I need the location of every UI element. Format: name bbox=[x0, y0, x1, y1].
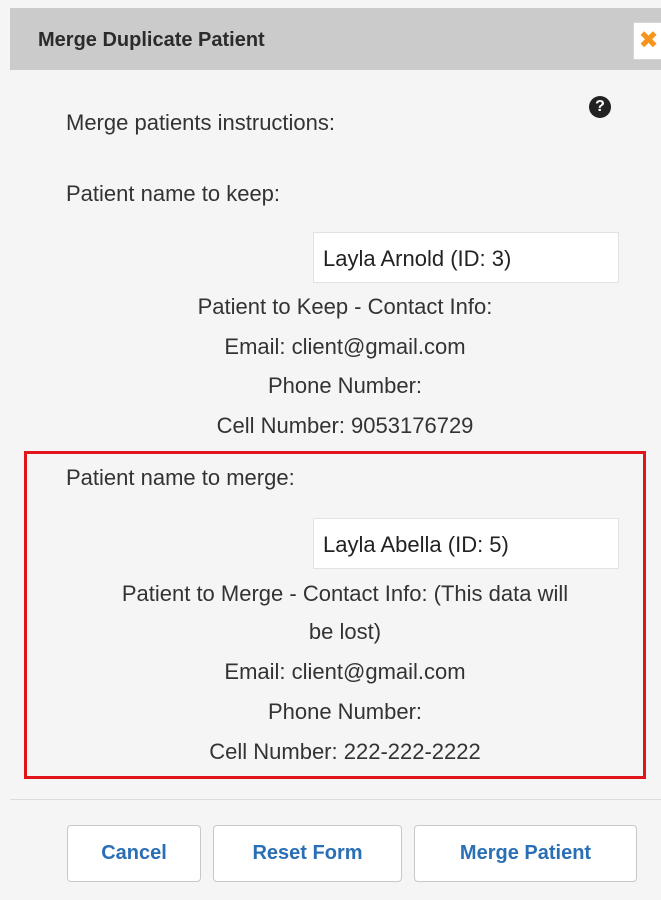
dialog-titlebar: Merge Duplicate Patient ✖ bbox=[10, 8, 661, 70]
dialog-title: Merge Duplicate Patient bbox=[38, 29, 265, 51]
keep-cell: Cell Number: 9053176729 bbox=[216, 413, 474, 438]
merge-phone: Phone Number: bbox=[267, 699, 423, 724]
merge-highlight-box bbox=[24, 451, 646, 779]
footer-divider bbox=[10, 799, 661, 800]
merge-patient-label: Patient name to merge: bbox=[66, 465, 295, 490]
merge-patient-field[interactable]: Layla Abella (ID: 5) bbox=[313, 518, 619, 569]
keep-contact-header: Patient to Keep - Contact Info: bbox=[197, 294, 493, 319]
keep-phone: Phone Number: bbox=[267, 373, 423, 398]
merge-contact-header-cont: be lost) bbox=[308, 619, 382, 644]
close-icon[interactable]: ✖ bbox=[633, 22, 661, 60]
instructions-label: Merge patients instructions: bbox=[66, 110, 336, 135]
cancel-button[interactable]: Cancel bbox=[67, 825, 201, 882]
merge-email: Email: client@gmail.com bbox=[224, 659, 466, 684]
keep-patient-field[interactable]: Layla Arnold (ID: 3) bbox=[313, 232, 619, 283]
keep-email: Email: client@gmail.com bbox=[224, 334, 466, 359]
help-icon[interactable]: ? bbox=[589, 96, 611, 118]
merge-patient-dialog: Merge Duplicate Patient ✖ Merge patients… bbox=[0, 0, 661, 900]
merge-patient-button[interactable]: Merge Patient bbox=[414, 825, 637, 882]
merge-contact-header: Patient to Merge - Contact Info: (This d… bbox=[121, 581, 569, 606]
merge-cell: Cell Number: 222-222-2222 bbox=[209, 739, 481, 764]
reset-form-button[interactable]: Reset Form bbox=[213, 825, 402, 882]
keep-patient-label: Patient name to keep: bbox=[66, 181, 281, 206]
